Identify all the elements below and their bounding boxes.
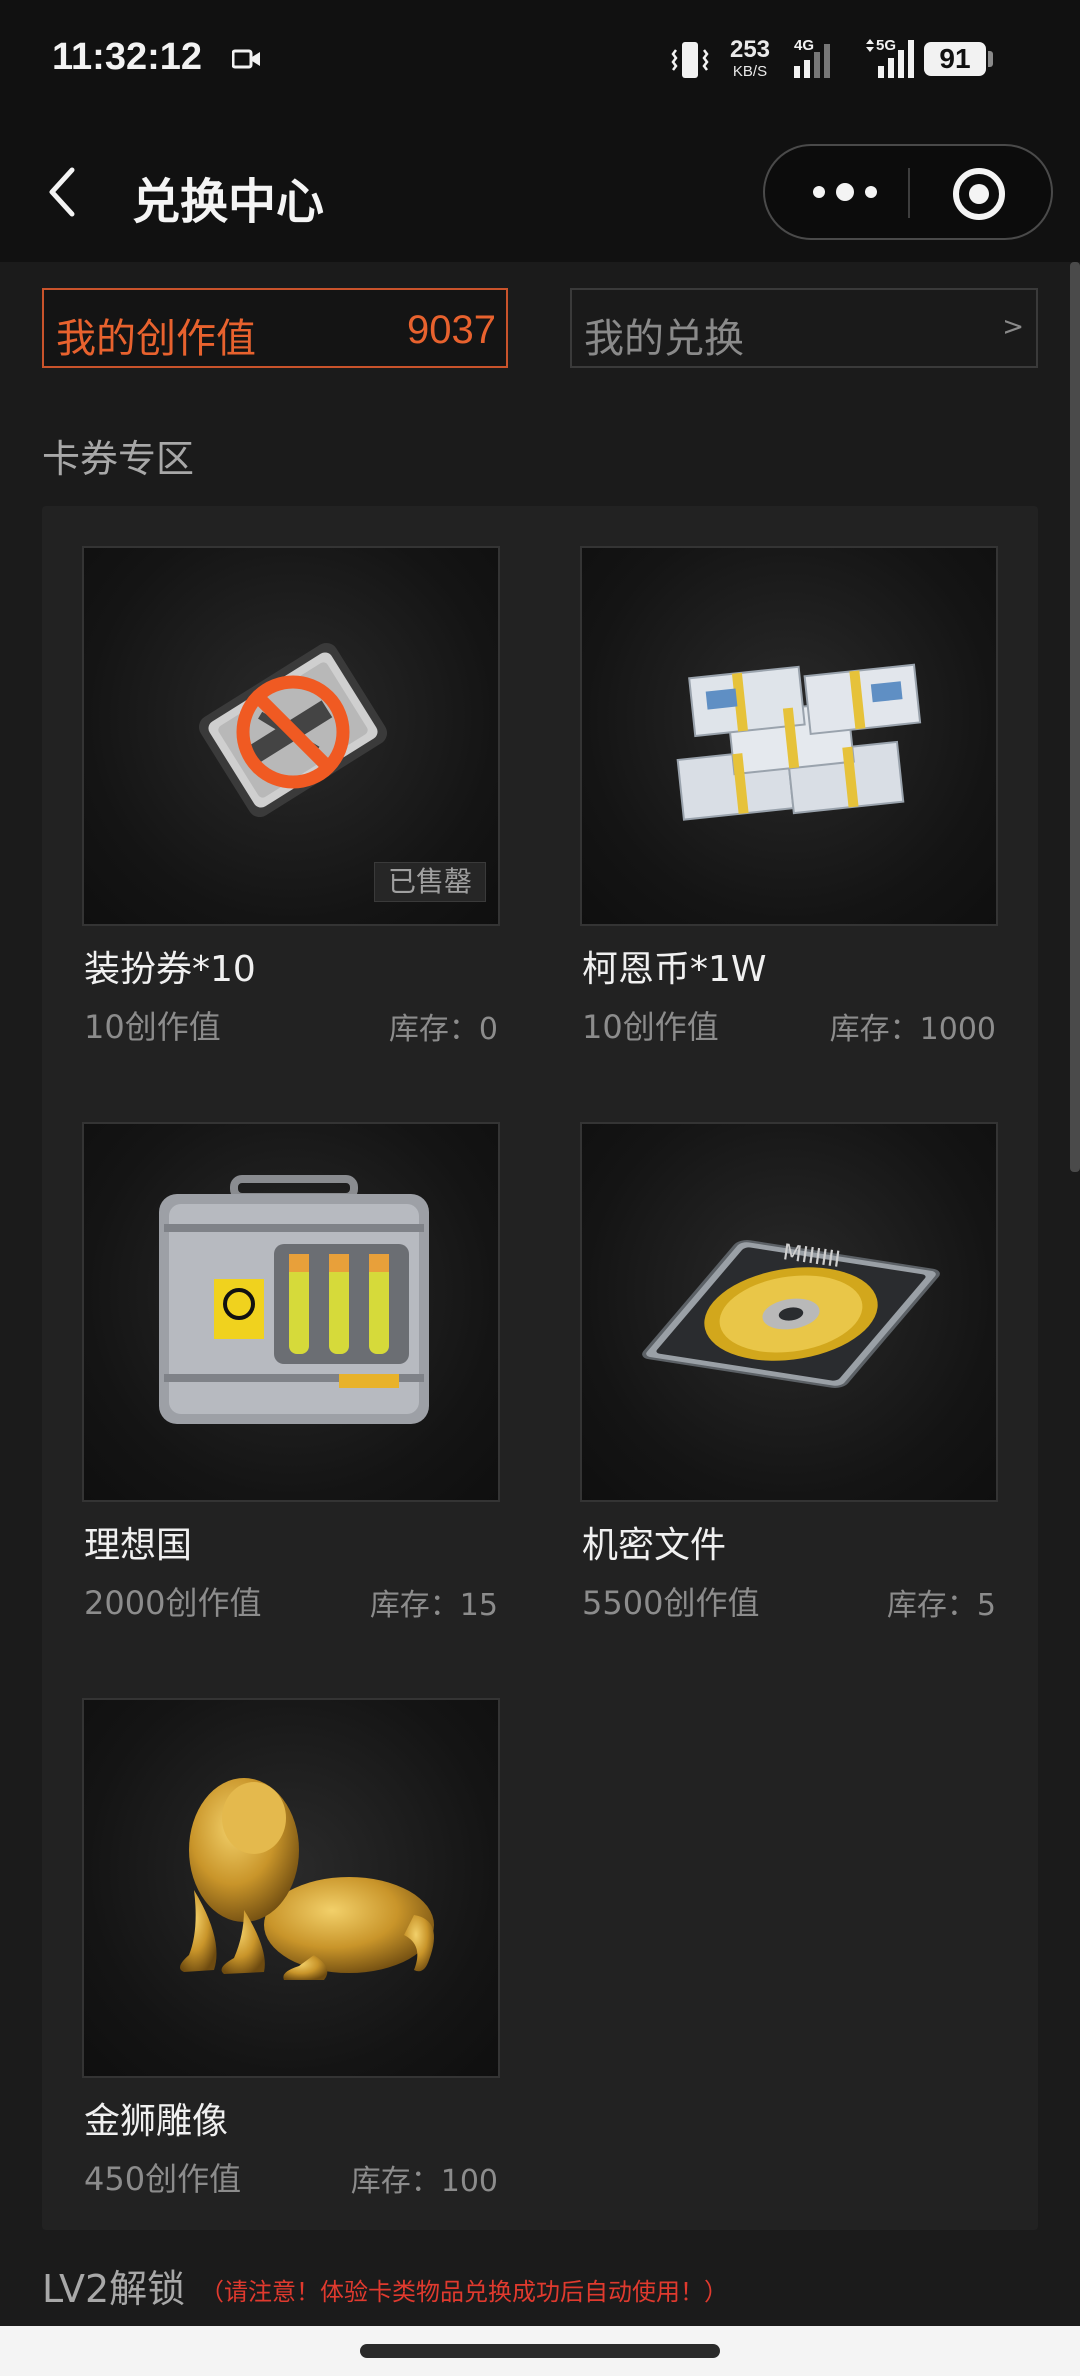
- costume-ticket-image: 已售罄: [82, 546, 500, 926]
- home-indicator[interactable]: [360, 2344, 720, 2358]
- credit-value: 9037: [407, 308, 496, 352]
- gesture-bar: [0, 2326, 1080, 2376]
- network-speed-value: 253: [729, 36, 771, 63]
- disc-file-image: MIIIIII: [580, 1122, 998, 1502]
- voucher-panel: 已售罄 装扮券*10 10创作值 库存：0 柯恩币*1W 10创作值 库存：10…: [42, 506, 1038, 2230]
- mini-program-capsule: [763, 144, 1053, 240]
- product-name: 机密文件: [582, 1525, 727, 1566]
- lv2-warning-note: （请注意！体验卡类物品兑换成功后自动使用！）: [200, 2278, 728, 2306]
- vibrate-icon: [670, 40, 710, 84]
- product-stock: 库存：100: [350, 2164, 498, 2199]
- product-price: 450创作值: [84, 2160, 242, 2198]
- product-price: 10创作值: [582, 1008, 719, 1046]
- product-name: 理想国: [84, 1525, 193, 1566]
- product-stock: 库存：5: [886, 1588, 996, 1623]
- capsule-divider: [908, 168, 910, 218]
- signal-4g-icon: 4G: [792, 36, 842, 84]
- exchange-label: 我的兑换: [584, 316, 744, 362]
- credit-label: 我的创作值: [56, 316, 256, 362]
- battery-tip: [988, 51, 993, 67]
- signal-5g-label: 5G: [876, 37, 896, 54]
- gold-lion-image: [82, 1698, 500, 2078]
- chevron-right-icon: >: [1002, 312, 1024, 342]
- product-price: 2000创作值: [84, 1584, 262, 1622]
- my-exchange-button[interactable]: 我的兑换 >: [570, 288, 1038, 368]
- section-title: 卡券专区: [42, 437, 195, 481]
- scrollbar[interactable]: [1070, 262, 1080, 1172]
- status-time: 11:32:12: [52, 36, 203, 78]
- signal-5g-icon: 5G: [864, 36, 920, 84]
- banknote-stack-image: [580, 546, 998, 926]
- product-stock: 库存：1000: [829, 1012, 996, 1047]
- page-title: 兑换中心: [132, 174, 325, 230]
- network-speed-unit: KB/S: [732, 63, 768, 80]
- network-speed: 253 KB/S: [720, 36, 780, 80]
- product-name: 装扮券*10: [84, 949, 256, 990]
- battery-icon: 91: [924, 42, 986, 76]
- product-price: 5500创作值: [582, 1584, 760, 1622]
- product-stock: 库存：15: [369, 1588, 498, 1623]
- product-stock: 库存：0: [388, 1012, 498, 1047]
- signal-4g-label: 4G: [794, 37, 814, 54]
- sold-out-badge: 已售罄: [374, 862, 486, 902]
- chevron-left-icon[interactable]: [40, 162, 90, 222]
- my-credit-box: 我的创作值 9037: [42, 288, 508, 368]
- biohazard-case-image: [82, 1122, 500, 1502]
- more-dots-icon[interactable]: [805, 168, 885, 216]
- content-area: 我的创作值 9037 我的兑换 > 卡券专区 已售罄 装扮券*10 10创作值 …: [0, 262, 1080, 2326]
- lv2-section-title: LV2解锁: [42, 2267, 186, 2311]
- target-close-icon[interactable]: [949, 164, 1009, 224]
- status-bar: 11:32:12 253 KB/S 4G 5G 91: [0, 0, 1080, 120]
- product-name: 金狮雕像: [84, 2101, 229, 2142]
- video-camera-icon: [231, 48, 262, 74]
- nav-bar: 兑换中心: [0, 120, 1080, 262]
- product-name: 柯恩币*1W: [582, 949, 767, 990]
- product-price: 10创作值: [84, 1008, 221, 1046]
